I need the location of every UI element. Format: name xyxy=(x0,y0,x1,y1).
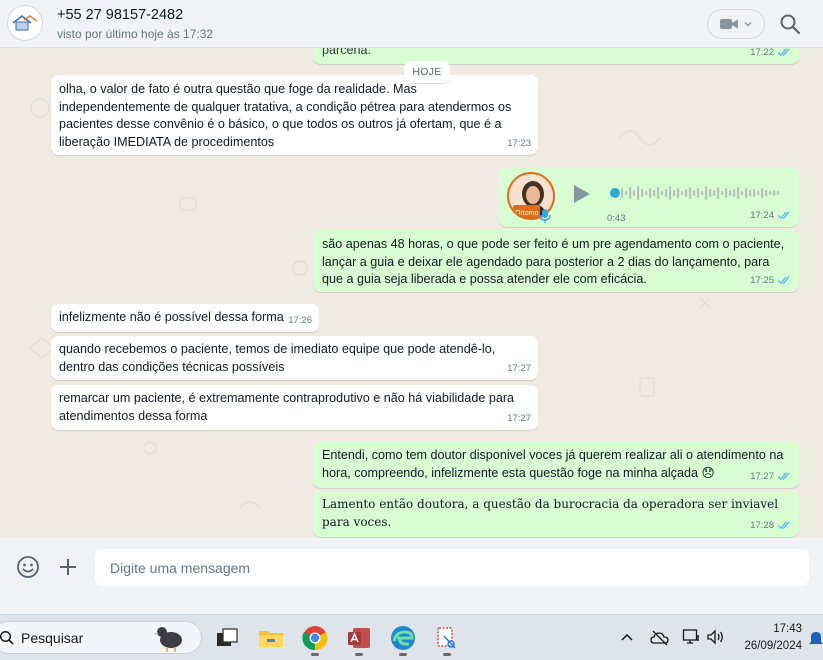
outgoing-message[interactable]: Entendi, como tem doutor disponivel voce… xyxy=(313,442,799,488)
message-text: olha, o valor de fato é outra questão qu… xyxy=(59,82,512,149)
message-time: 17:26 xyxy=(288,314,312,326)
message-meta: 17:22 xyxy=(750,48,792,61)
message-text: Lamento então doutora, a questão da buro… xyxy=(322,497,779,529)
chevron-down-icon xyxy=(744,21,752,27)
message-time: 17:28 xyxy=(750,519,774,531)
video-camera-icon xyxy=(720,19,738,29)
house-logo-icon xyxy=(12,14,38,31)
audio-message[interactable]: Ortomo 0:43 17:24 xyxy=(499,168,799,227)
running-indicator xyxy=(399,653,407,656)
running-indicator xyxy=(443,653,451,656)
outgoing-message[interactable]: parceria. 17:22 xyxy=(313,48,799,64)
avatar-label: Ortomo xyxy=(513,205,541,218)
read-receipt-icon xyxy=(777,276,790,285)
snipping-tool-icon xyxy=(437,627,456,649)
task-view-button[interactable] xyxy=(213,624,241,652)
emoji-button[interactable] xyxy=(16,555,40,579)
outgoing-message[interactable]: são apenas 48 horas, o que pode ser feit… xyxy=(313,230,799,292)
play-button[interactable] xyxy=(571,182,593,206)
play-icon xyxy=(574,185,590,203)
taskbar-search[interactable]: Pesquisar xyxy=(0,621,202,654)
search-icon xyxy=(0,630,14,645)
running-indicator xyxy=(355,653,363,656)
search-button[interactable] xyxy=(778,12,802,36)
video-call-button[interactable] xyxy=(707,9,765,39)
date-divider: HOJE xyxy=(404,61,450,83)
cloud-offline-icon xyxy=(650,630,669,646)
message-meta: 17:25 xyxy=(750,272,792,290)
taskbar-clock-time[interactable]: 17:43 xyxy=(760,623,802,635)
message-input[interactable] xyxy=(95,549,809,586)
message-text: remarcar um paciente, é extremamente con… xyxy=(59,391,515,423)
taskbar-clock-date[interactable]: 26/09/2024 xyxy=(738,640,802,652)
message-text: são apenas 48 horas, o que pode ser feit… xyxy=(322,237,785,286)
chrome-icon xyxy=(302,626,328,651)
incoming-message[interactable]: remarcar um paciente, é extremamente con… xyxy=(51,385,538,430)
network-status[interactable] xyxy=(682,628,702,646)
message-time: 17:23 xyxy=(507,137,531,149)
show-hidden-icons-button[interactable] xyxy=(619,630,635,646)
message-time: 17:24 xyxy=(750,209,774,221)
file-explorer-button[interactable] xyxy=(257,624,285,652)
contact-avatar[interactable] xyxy=(7,5,43,41)
speaker-icon xyxy=(707,629,723,645)
bird-illustration-icon xyxy=(154,627,182,652)
notifications-button[interactable] xyxy=(808,629,823,647)
attach-button[interactable] xyxy=(56,555,80,579)
chevron-up-icon xyxy=(621,633,633,641)
folder-icon xyxy=(259,631,283,647)
message-time: 17:27 xyxy=(750,470,774,482)
contact-name[interactable]: +55 27 98157-2482 xyxy=(57,7,183,23)
snipping-tool-button[interactable] xyxy=(433,624,461,652)
volume-control[interactable] xyxy=(706,628,726,646)
access-button[interactable] xyxy=(345,624,373,652)
network-icon xyxy=(682,629,699,644)
message-time: 17:22 xyxy=(750,48,774,58)
message-text: parceria. xyxy=(322,48,371,57)
message-list[interactable]: parceria. 17:22 olha, o valor de fato é … xyxy=(0,48,823,538)
edge-button[interactable] xyxy=(389,624,417,652)
search-icon xyxy=(780,14,801,35)
chat-header[interactable]: +55 27 98157-2482 visto por último hoje … xyxy=(0,0,823,48)
message-meta: 17:24 xyxy=(750,207,792,225)
audio-duration: 0:43 xyxy=(607,213,626,224)
running-indicator xyxy=(311,653,319,656)
message-time: 17:27 xyxy=(507,362,531,374)
taskbar-search-label: Pesquisar xyxy=(21,630,84,646)
waveform-icon xyxy=(610,186,780,200)
outgoing-message[interactable]: Lamento então doutora, a questão da buro… xyxy=(313,491,799,537)
read-receipt-icon xyxy=(777,521,790,530)
read-receipt-icon xyxy=(777,472,790,481)
incoming-message[interactable]: olha, o valor de fato é outra questão qu… xyxy=(51,75,538,155)
windows-taskbar: Pesquisar 17:43 26/09/2024 xyxy=(0,614,823,660)
compose-bar xyxy=(0,538,823,598)
plus-icon xyxy=(60,559,76,575)
microphone-icon xyxy=(539,209,551,223)
message-meta: 17:28 xyxy=(750,517,792,535)
audio-waveform[interactable] xyxy=(609,182,785,204)
message-text: infelizmente não é possível dessa forma xyxy=(59,310,284,324)
bell-icon xyxy=(809,632,823,644)
onedrive-status[interactable] xyxy=(650,629,670,647)
message-meta: 17:27 xyxy=(750,468,792,486)
emoji-icon xyxy=(17,556,39,578)
incoming-message[interactable]: quando recebemos o paciente, temos de im… xyxy=(51,336,538,380)
read-receipt-icon xyxy=(777,211,790,220)
edge-icon xyxy=(391,626,415,650)
last-seen-status: visto por último hoje às 17:32 xyxy=(57,27,214,41)
chrome-button[interactable] xyxy=(301,624,329,652)
message-time: 17:25 xyxy=(750,274,774,286)
message-text: quando recebemos o paciente, temos de im… xyxy=(59,342,496,374)
message-text: Entendi, como tem doutor disponivel voce… xyxy=(322,448,784,480)
task-view-icon xyxy=(217,628,238,646)
incoming-message[interactable]: infelizmente não é possível dessa forma … xyxy=(51,304,319,332)
access-app-icon xyxy=(348,628,370,648)
read-receipt-icon xyxy=(777,48,790,57)
message-time: 17:27 xyxy=(507,412,531,424)
